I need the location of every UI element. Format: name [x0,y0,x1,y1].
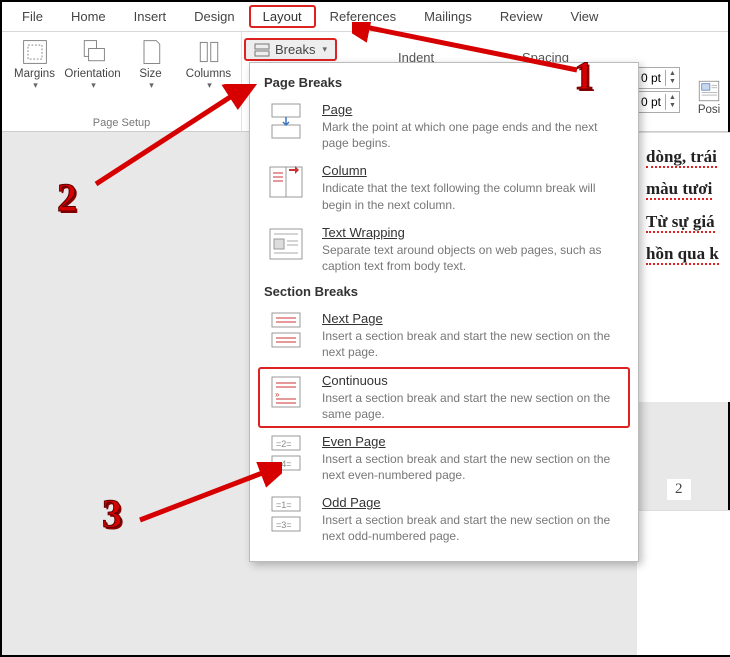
tab-file[interactable]: File [8,5,57,28]
document-view[interactable]: dòng, trái màu tươi Từ sự giá hồn qua k [637,132,730,402]
position-button[interactable]: Posi [696,78,722,116]
next-page-icon [264,311,308,349]
section-title-page-breaks: Page Breaks [264,75,624,90]
column-break-icon [264,163,308,201]
orientation-icon [79,38,107,66]
chevron-down-icon: ▾ [322,44,327,55]
breaks-label: Breaks [275,42,315,57]
menu-item-continuous[interactable]: » Continuous Insert a section break and … [258,367,630,428]
columns-icon [195,38,223,66]
menu-item-next-page[interactable]: Next Page Insert a section break and sta… [258,305,630,366]
section-title-section-breaks: Section Breaks [264,284,624,299]
doc-text-line: Từ sự giá [646,206,730,238]
tab-insert[interactable]: Insert [120,5,181,28]
menu-item-even-page[interactable]: =2==4= Even Page Insert a section break … [258,428,630,489]
doc-text-line: dòng, trái [646,141,730,173]
document-next-page[interactable] [637,510,730,655]
menu-item-column[interactable]: Column Indicate that the text following … [258,157,630,218]
tab-layout[interactable]: Layout [249,5,316,28]
annotation-arrow-2 [88,84,258,194]
continuous-icon: » [264,373,308,411]
size-icon [137,38,165,66]
tab-home[interactable]: Home [57,5,120,28]
doc-text-line: màu tươi [646,173,730,205]
position-icon [696,78,722,104]
menu-item-text-wrapping[interactable]: Text Wrapping Separate text around objec… [258,219,630,280]
svg-text:=2=: =2= [276,439,292,449]
tab-design[interactable]: Design [180,5,248,28]
svg-text:»: » [275,390,280,399]
page-number: 2 [667,479,691,500]
margins-button[interactable]: Margins▾ [8,36,62,93]
annotation-2: 2 [57,174,77,221]
doc-text-line: hồn qua k [646,238,730,270]
menu-item-odd-page[interactable]: =1==3= Odd Page Insert a section break a… [258,489,630,550]
page-break-icon [264,102,308,140]
breaks-button[interactable]: Breaks ▾ [244,38,337,61]
breaks-icon [254,43,270,57]
annotation-arrow-1 [352,22,592,76]
annotation-1: 1 [574,52,594,99]
text-wrapping-icon [264,225,308,263]
menu-item-page[interactable]: Page Mark the point at which one page en… [258,96,630,157]
breaks-dropdown: Page Breaks Page Mark the point at which… [249,62,639,562]
annotation-3: 3 [102,490,122,537]
annotation-arrow-3 [132,462,282,532]
margins-icon [21,38,49,66]
